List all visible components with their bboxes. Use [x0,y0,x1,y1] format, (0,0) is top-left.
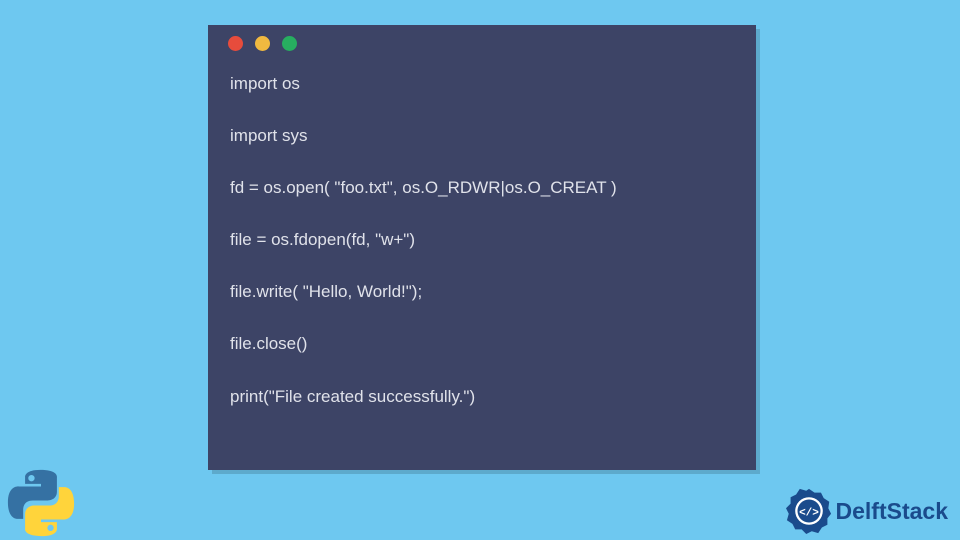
python-logo-icon [6,468,76,538]
brand-name: DelftStack [836,498,948,525]
titlebar [208,25,756,61]
code-line: print("File created successfully.") [230,386,734,408]
code-line: file.close() [230,333,734,355]
code-line: import os [230,73,734,95]
brand: </> DelftStack [786,488,948,534]
code-body: import os import sys fd = os.open( "foo.… [208,61,756,426]
code-window: import os import sys fd = os.open( "foo.… [208,25,756,470]
minimize-dot-icon [255,36,270,51]
brand-badge-icon: </> [786,488,832,534]
maximize-dot-icon [282,36,297,51]
code-line: file.write( "Hello, World!"); [230,281,734,303]
svg-text:</>: </> [799,508,819,520]
code-line: fd = os.open( "foo.txt", os.O_RDWR|os.O_… [230,177,734,199]
code-line: import sys [230,125,734,147]
close-dot-icon [228,36,243,51]
code-line: file = os.fdopen(fd, "w+") [230,229,734,251]
